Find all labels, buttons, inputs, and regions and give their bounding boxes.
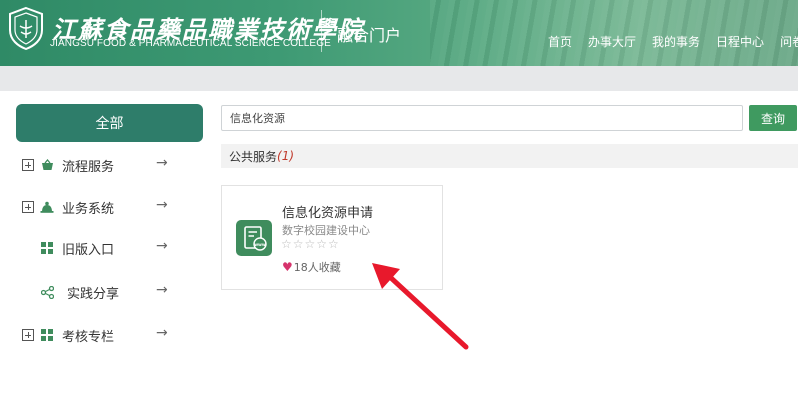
nav-my-affairs[interactable]: 我的事务	[652, 33, 700, 50]
favorite-count-label: 18人收藏	[293, 261, 341, 274]
nav-home[interactable]: 首页	[548, 33, 572, 50]
sidebar-item-label: 业务系统	[62, 201, 115, 217]
hat-icon	[40, 200, 54, 214]
sidebar-item-label: 实践分享	[67, 286, 120, 302]
grid-icon	[40, 328, 54, 342]
sidebar-item-label: 流程服务	[62, 159, 115, 175]
heart-icon: ♥	[282, 260, 293, 274]
arrow-right-icon: →	[156, 325, 168, 341]
card-department: 数字校园建设中心	[282, 224, 370, 237]
sidebar-item-practice-share[interactable]: 实践分享 →	[40, 282, 200, 302]
college-logo-icon	[6, 6, 46, 51]
nav-survey[interactable]: 问卷	[780, 33, 798, 50]
search-input[interactable]	[221, 105, 743, 131]
arrow-right-icon: →	[156, 155, 168, 171]
section-count: (1)	[277, 149, 295, 163]
favorite-count[interactable]: ♥ 18人收藏	[282, 259, 341, 275]
expand-plus-icon[interactable]	[22, 201, 34, 213]
section-header-public-services: 公共服务 (1)	[221, 144, 798, 168]
expand-plus-icon[interactable]	[22, 159, 34, 171]
sidebar-item-business-systems[interactable]: 业务系统 →	[22, 197, 182, 217]
section-title: 公共服务	[229, 149, 278, 164]
share-icon	[40, 285, 54, 299]
sidebar-item-process-services[interactable]: 流程服务 →	[22, 155, 182, 175]
header-divider	[321, 10, 322, 52]
sidebar-item-assessment-column[interactable]: 考核专栏 →	[22, 325, 182, 345]
basket-icon	[40, 158, 54, 172]
rating-stars-icon[interactable]: ☆☆☆☆☆	[281, 237, 340, 251]
top-header: 江蘇食品藥品職業技術學院 JIANGSU FOOD & PHARMACEUTIC…	[0, 0, 798, 66]
grid-icon	[40, 241, 54, 255]
search-button[interactable]: 查询	[749, 105, 797, 131]
www-form-icon: www	[236, 220, 272, 256]
header-band	[0, 66, 798, 91]
brand-name-en: JIANGSU FOOD & PHARMACEUTICAL SCIENCE CO…	[50, 38, 331, 49]
svg-text:www: www	[254, 242, 266, 247]
card-title: 信息化资源申请	[282, 206, 374, 221]
arrow-right-icon: →	[156, 282, 168, 298]
expand-plus-icon[interactable]	[22, 329, 34, 341]
portal-title: 融合门户	[337, 26, 402, 45]
nav-service-hall[interactable]: 办事大厅	[588, 33, 636, 50]
sidebar-item-label: 考核专栏	[62, 329, 115, 345]
sidebar-item-label: 旧版入口	[62, 242, 115, 258]
arrow-right-icon: →	[156, 238, 168, 254]
nav-schedule[interactable]: 日程中心	[716, 33, 764, 50]
service-card[interactable]: www 信息化资源申请 数字校园建设中心 ☆☆☆☆☆ ♥ 18人收藏	[221, 185, 443, 290]
top-nav: 首页 办事大厅 我的事务 日程中心 问卷	[548, 33, 798, 50]
arrow-right-icon: →	[156, 197, 168, 213]
sidebar-all-button[interactable]: 全部	[16, 104, 203, 142]
sidebar-item-legacy-entry[interactable]: 旧版入口 →	[40, 238, 200, 258]
